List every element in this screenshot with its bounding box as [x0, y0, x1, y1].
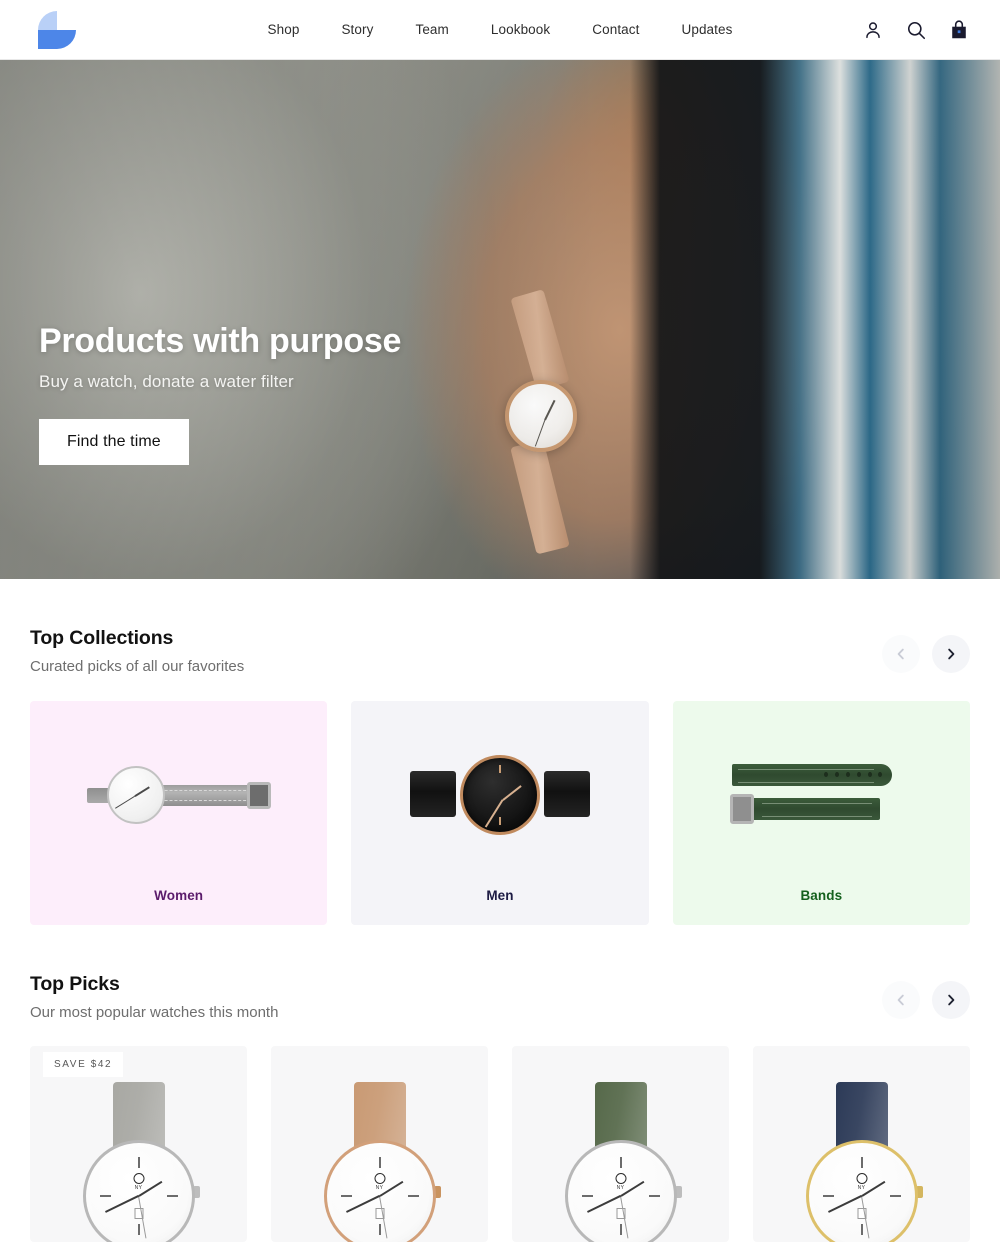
- product-card[interactable]: NY: [512, 1046, 729, 1242]
- women-watch-image: [30, 701, 327, 888]
- collections-next-button[interactable]: [932, 635, 970, 673]
- nav-item-lookbook[interactable]: Lookbook: [470, 22, 571, 37]
- nav-item-contact[interactable]: Contact: [571, 22, 660, 37]
- nav-item-updates[interactable]: Updates: [660, 22, 753, 37]
- top-collections-titles: Top Collections Curated picks of all our…: [30, 627, 244, 675]
- account-icon[interactable]: [862, 19, 884, 41]
- cart-icon[interactable]: [948, 19, 970, 41]
- hero-subtitle: Buy a watch, donate a water filter: [39, 372, 294, 392]
- chevron-left-icon: [897, 994, 904, 1006]
- collection-card-men[interactable]: Men: [351, 701, 649, 925]
- picks-carousel-controls: [882, 981, 970, 1019]
- top-picks-title: Top Picks: [30, 973, 120, 995]
- collection-label-men: Men: [486, 888, 514, 903]
- picks-list: SAVE $42 NY NY NY NY: [30, 1046, 970, 1242]
- header-icon-group: [862, 19, 970, 41]
- collections-list: Women Men Bands: [30, 701, 970, 925]
- top-picks-titles: Top Picks Our most popular watches this …: [30, 973, 278, 1021]
- save-badge: SAVE $42: [43, 1052, 124, 1077]
- chevron-right-icon: [948, 648, 955, 660]
- collections-prev-button[interactable]: [882, 635, 920, 673]
- collection-label-women: Women: [154, 888, 204, 903]
- chevron-right-icon: [948, 994, 955, 1006]
- top-picks-section: Top Picks Our most popular watches this …: [0, 925, 1000, 1242]
- hero-title: Products with purpose: [39, 322, 402, 360]
- watch-navy-leather-gold: NY: [804, 1082, 923, 1242]
- picks-next-button[interactable]: [932, 981, 970, 1019]
- watch-gray-leather-silver: NY: [81, 1082, 200, 1242]
- hero-overlay: [0, 60, 1000, 579]
- picks-prev-button[interactable]: [882, 981, 920, 1019]
- top-collections-title: Top Collections: [30, 627, 174, 649]
- collection-label-bands: Bands: [800, 888, 843, 903]
- hero-content: Products with purpose Buy a watch, donat…: [39, 322, 402, 466]
- main-nav: Shop Story Team Lookbook Contact Updates: [0, 22, 1000, 37]
- top-collections-header: Top Collections Curated picks of all our…: [30, 579, 970, 675]
- watch-rose-gold-mesh: NY: [322, 1082, 441, 1242]
- men-watch-image: [351, 701, 648, 888]
- bands-image: [673, 701, 970, 888]
- top-collections-section: Top Collections Curated picks of all our…: [0, 579, 1000, 925]
- product-card[interactable]: NY: [753, 1046, 970, 1242]
- search-icon[interactable]: [905, 19, 927, 41]
- top-collections-subtitle: Curated picks of all our favorites: [30, 658, 245, 675]
- nav-item-team[interactable]: Team: [394, 22, 469, 37]
- top-picks-header: Top Picks Our most popular watches this …: [30, 925, 970, 1021]
- site-header: Shop Story Team Lookbook Contact Updates: [0, 0, 1000, 60]
- nav-item-shop[interactable]: Shop: [247, 22, 321, 37]
- hero-cta-button[interactable]: Find the time: [39, 419, 189, 466]
- chevron-left-icon: [897, 648, 904, 660]
- nav-item-story[interactable]: Story: [320, 22, 394, 37]
- product-card[interactable]: SAVE $42 NY: [30, 1046, 247, 1242]
- collection-card-women[interactable]: Women: [30, 701, 328, 925]
- collection-card-bands[interactable]: Bands: [672, 701, 970, 925]
- top-picks-subtitle: Our most popular watches this month: [30, 1004, 279, 1021]
- watch-green-leather-silver: NY: [563, 1082, 682, 1242]
- product-card[interactable]: NY: [271, 1046, 488, 1242]
- collections-carousel-controls: [882, 635, 970, 673]
- hero-banner: Products with purpose Buy a watch, donat…: [0, 60, 1000, 579]
